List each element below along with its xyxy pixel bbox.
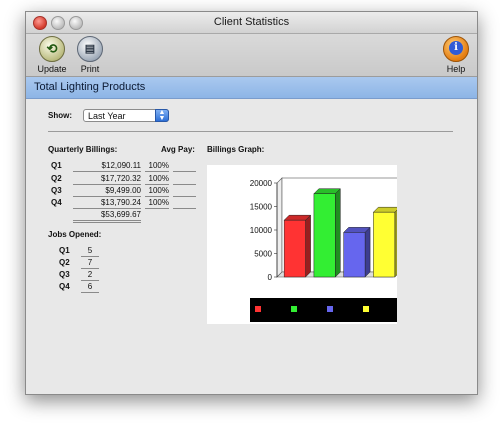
section-title: Total Lighting Products (34, 81, 146, 93)
jobs-quarter-label: Q3 (59, 270, 70, 279)
bar-side (394, 206, 401, 278)
update-button[interactable]: ⟲ Update (32, 36, 72, 74)
avg-pay-extra-field[interactable] (173, 198, 196, 209)
print-button[interactable]: ▤ Print (70, 36, 110, 74)
jobs-count-field[interactable]: 6 (81, 282, 99, 293)
bar-top (343, 227, 371, 233)
bar-top (283, 214, 312, 221)
help-button[interactable]: i Help (436, 36, 476, 74)
avg-pay-field[interactable]: 100% (145, 161, 169, 172)
y-tick-label: 10000 (250, 226, 273, 235)
avg-pay-heading: Avg Pay: (161, 145, 195, 154)
y-tick-label: 0 (268, 273, 273, 282)
billings-chart-svg: 0 5000 10000 15000 20000 (250, 177, 401, 322)
section-header: Total Lighting Products (26, 77, 477, 99)
billing-quarter-label: Q1 (51, 161, 62, 170)
bar-side (364, 226, 371, 278)
avg-pay-extra-field[interactable] (173, 186, 196, 197)
bar (373, 211, 396, 278)
bar (343, 232, 366, 278)
select-arrows-icon: ▲ ▼ (155, 109, 169, 122)
billing-amount-field[interactable]: $17,720.32 (73, 174, 141, 185)
billing-amount-field[interactable]: $9,499.00 (73, 186, 141, 197)
chart-left-wall (276, 177, 283, 278)
show-label: Show: (48, 111, 72, 120)
bar (313, 193, 336, 278)
avg-pay-field[interactable]: 100% (145, 186, 169, 197)
billing-quarter-label: Q3 (51, 186, 62, 195)
jobs-quarter-label: Q4 (59, 282, 70, 291)
info-glyph: i (449, 41, 463, 55)
client-statistics-window: Client Statistics ⟲ Update ▤ Print i Hel… (25, 11, 478, 395)
info-icon: i (443, 36, 469, 62)
show-period-select[interactable]: Last Year ▲ ▼ (83, 109, 169, 122)
jobs-quarter-label: Q2 (59, 258, 70, 267)
bar-side (335, 188, 341, 278)
update-refresh-icon: ⟲ (39, 36, 65, 62)
y-tick-label: 5000 (254, 250, 272, 259)
billings-total: $53,699.67 (73, 210, 141, 223)
divider (48, 131, 453, 132)
avg-pay-field[interactable]: 100% (145, 174, 169, 185)
legend-swatch (363, 306, 369, 312)
billings-chart: 0 5000 10000 15000 20000 (207, 165, 401, 324)
printer-icon: ▤ (77, 36, 103, 62)
billing-quarter-label: Q2 (51, 174, 62, 183)
avg-pay-extra-field[interactable] (173, 174, 196, 185)
avg-pay-field[interactable]: 100% (145, 198, 169, 209)
jobs-count-field[interactable]: 5 (81, 246, 99, 257)
legend-swatch (291, 306, 297, 312)
billing-amount-field[interactable]: $13,790.24 (73, 198, 141, 209)
window-title: Client Statistics (213, 16, 290, 28)
billings-graph-heading: Billings Graph: (207, 145, 265, 154)
quarterly-billings-heading: Quarterly Billings: (48, 145, 118, 154)
legend-swatch (327, 306, 333, 312)
billing-quarter-label: Q4 (51, 198, 62, 207)
jobs-count-field[interactable]: 2 (81, 270, 99, 281)
jobs-count-field[interactable]: 7 (81, 258, 99, 269)
jobs-quarter-label: Q1 (59, 246, 70, 255)
jobs-opened-heading: Jobs Opened: (48, 230, 102, 239)
bar-top (313, 188, 341, 194)
y-tick-label: 15000 (250, 203, 273, 212)
help-label: Help (446, 64, 466, 74)
toolbar: ⟲ Update ▤ Print i Help (26, 34, 477, 77)
y-tick-label: 20000 (250, 179, 273, 188)
print-label: Print (80, 64, 100, 74)
update-label: Update (37, 64, 67, 74)
title-bar[interactable]: Client Statistics (26, 12, 477, 34)
billing-amount-field[interactable]: $12,090.11 (73, 161, 141, 172)
bar-side (305, 214, 311, 278)
legend-swatch (255, 306, 261, 312)
bar (283, 219, 306, 278)
avg-pay-extra-field[interactable] (173, 161, 196, 172)
show-period-value: Last Year (88, 111, 126, 121)
chart-legend (250, 298, 397, 322)
